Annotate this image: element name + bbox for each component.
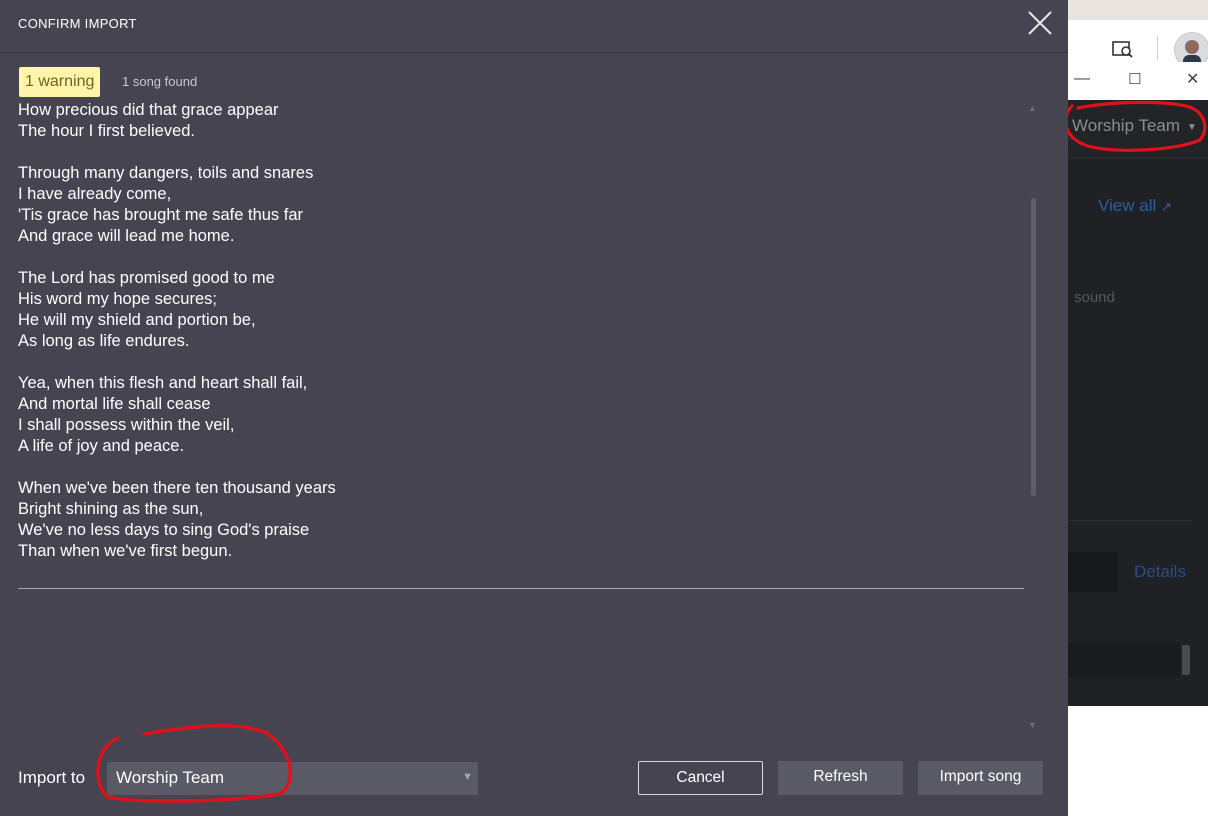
chevron-down-icon: ▼ [1187, 122, 1197, 133]
import-to-label: Import to [18, 768, 86, 787]
minimize-icon[interactable]: — [1074, 70, 1090, 88]
confirm-import-dialog: CONFIRM IMPORT 1 warning 1 song found Ho… [0, 0, 1068, 816]
import-to-value: Worship Team [116, 768, 225, 787]
search-page-icon[interactable] [1112, 40, 1134, 58]
scroll-down-icon[interactable]: ▼ [1028, 720, 1038, 730]
external-link-icon: ↗ [1161, 199, 1172, 214]
window-close-icon[interactable]: ✕ [1186, 69, 1199, 89]
view-all-link[interactable]: View all ↗ [1098, 196, 1172, 216]
dialog-title: CONFIRM IMPORT [18, 16, 137, 31]
cancel-button[interactable]: Cancel [638, 761, 763, 795]
refresh-button[interactable]: Refresh [778, 761, 903, 795]
import-song-button[interactable]: Import song [918, 761, 1043, 795]
lyrics-divider [18, 588, 1024, 589]
divider [1068, 520, 1192, 521]
view-all-label: View all [1098, 196, 1157, 215]
chevron-down-icon: ▼ [462, 771, 473, 783]
dialog-header: CONFIRM IMPORT [0, 0, 1068, 53]
input-box[interactable] [1068, 552, 1118, 592]
lyrics-preview[interactable]: How precious did that grace appear The h… [0, 98, 1030, 590]
background-app-panel [1068, 100, 1208, 706]
import-to-select[interactable]: Worship Team ▼ [107, 762, 478, 795]
maximize-icon[interactable]: ☐ [1128, 70, 1141, 88]
browser-tab-strip [1068, 0, 1208, 20]
scrollbar[interactable] [1182, 645, 1190, 675]
details-link[interactable]: Details [1134, 562, 1186, 582]
songs-found-count: 1 song found [122, 74, 198, 89]
text-area[interactable] [1068, 643, 1180, 677]
blank-area [1068, 706, 1208, 816]
scrollbar-thumb[interactable] [1031, 198, 1036, 496]
team-selector[interactable]: Worship Team [1072, 116, 1180, 136]
partial-text: sound [1074, 289, 1115, 306]
lyrics-text: How precious did that grace appear The h… [18, 101, 336, 560]
toolbar-separator [1157, 36, 1158, 60]
scroll-up-icon[interactable]: ▲ [1028, 103, 1038, 113]
close-icon[interactable] [1024, 7, 1056, 39]
warning-badge[interactable]: 1 warning [19, 67, 101, 97]
